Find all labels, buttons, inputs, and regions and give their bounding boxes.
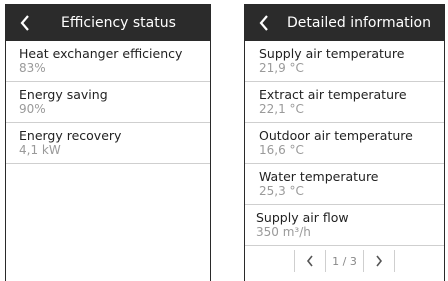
back-button[interactable] — [16, 5, 34, 41]
item-value: 4,1 kW — [19, 143, 61, 157]
chevron-left-icon — [20, 15, 29, 31]
back-button[interactable] — [255, 5, 273, 41]
chevron-left-icon — [259, 15, 268, 31]
item-label: Heat exchanger efficiency — [19, 46, 183, 61]
chevron-left-icon — [307, 255, 313, 267]
list-item: Energy recovery 4,1 kW — [6, 123, 210, 164]
detailed-information-panel: Detailed information Supply air temperat… — [244, 4, 445, 281]
page-indicator: 1 / 3 — [332, 254, 357, 268]
list-item: Energy saving 90% — [6, 82, 210, 123]
item-label: Outdoor air temperature — [259, 128, 413, 143]
page-title: Efficiency status — [61, 15, 176, 31]
item-value: 21,9 °C — [259, 61, 304, 75]
chevron-right-icon — [376, 255, 382, 267]
item-label: Energy saving — [19, 87, 108, 102]
list-item: Extract air temperature 22,1 °C — [245, 82, 444, 123]
header-bar: Detailed information — [245, 5, 444, 41]
item-value: 83% — [19, 61, 46, 75]
efficiency-status-panel: Efficiency status Heat exchanger efficie… — [5, 4, 211, 281]
item-label: Water temperature — [259, 169, 379, 184]
next-page-button[interactable] — [364, 247, 394, 275]
list-item: Supply air temperature 21,9 °C — [245, 41, 444, 82]
item-value: 16,6 °C — [259, 143, 304, 157]
item-value: 350 m³/h — [256, 225, 311, 239]
item-label: Energy recovery — [19, 128, 122, 143]
list-item: Water temperature 25,3 °C — [245, 164, 444, 205]
item-label: Extract air temperature — [259, 87, 407, 102]
item-label: Supply air temperature — [259, 46, 405, 61]
list-item: Heat exchanger efficiency 83% — [6, 41, 210, 82]
prev-page-button[interactable] — [295, 247, 325, 275]
divider — [393, 250, 395, 272]
item-label: Supply air flow — [256, 210, 349, 225]
header-bar: Efficiency status — [6, 5, 210, 41]
item-value: 25,3 °C — [259, 184, 304, 198]
list-item: Outdoor air temperature 16,6 °C — [245, 123, 444, 164]
list-item: Supply air flow 350 m³/h — [245, 205, 444, 246]
pagination: 1 / 3 — [245, 241, 444, 281]
item-value: 90% — [19, 102, 46, 116]
item-value: 22,1 °C — [259, 102, 304, 116]
page-title: Detailed information — [287, 15, 431, 31]
